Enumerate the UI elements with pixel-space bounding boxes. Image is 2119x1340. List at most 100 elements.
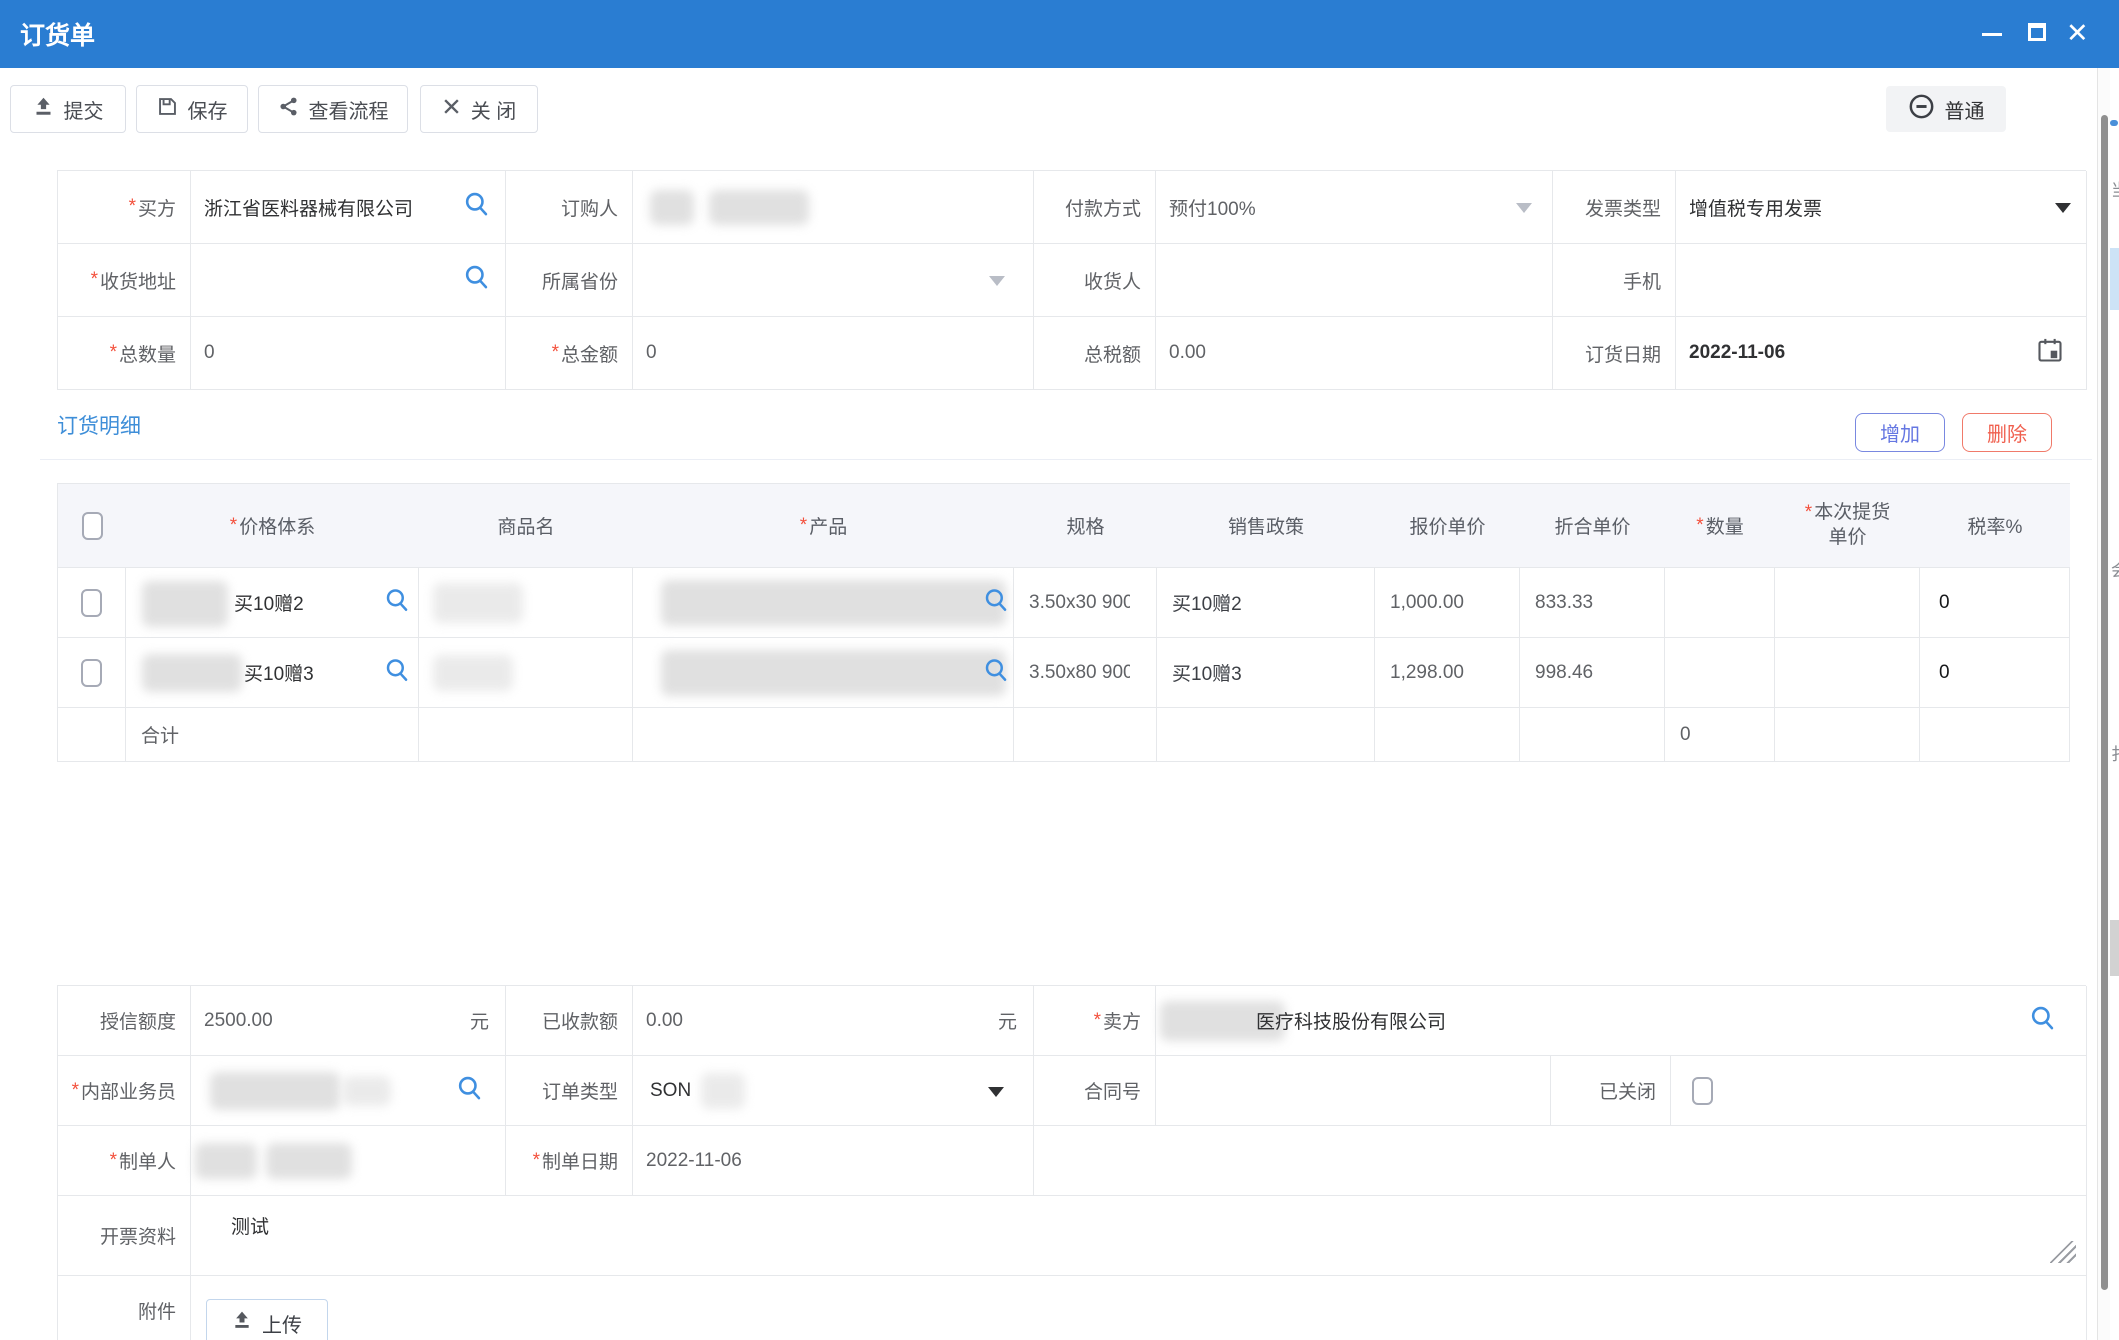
contract-no-label: 合同号 bbox=[1034, 1056, 1156, 1126]
save-button[interactable]: 保存 bbox=[136, 85, 248, 133]
closed-checkbox[interactable] bbox=[1692, 1077, 1713, 1105]
maximize-icon[interactable] bbox=[2028, 23, 2046, 41]
payment-method-label: 付款方式 bbox=[1034, 171, 1156, 244]
product-name-cell[interactable] bbox=[419, 568, 633, 638]
consignee-field[interactable] bbox=[1156, 244, 1553, 317]
close-window-icon[interactable]: ✕ bbox=[2066, 18, 2089, 49]
credit-limit-label: 授信额度 bbox=[58, 986, 191, 1056]
order-type-field[interactable]: SON bbox=[633, 1056, 1034, 1126]
consignee-label: 收货人 bbox=[1034, 244, 1156, 317]
product-cell[interactable] bbox=[633, 638, 1014, 708]
order-date-field[interactable]: 2022-11-06 bbox=[1676, 317, 2087, 390]
received-amount-field[interactable]: 0.00 元 bbox=[633, 986, 1034, 1056]
redacted-text bbox=[661, 580, 1006, 626]
select-all-checkbox[interactable] bbox=[82, 512, 103, 540]
internal-salesman-field[interactable] bbox=[191, 1056, 506, 1126]
spec-cell: 3.50x80 900 bbox=[1014, 638, 1157, 708]
search-icon[interactable] bbox=[983, 657, 1009, 689]
redacted-text bbox=[701, 1073, 745, 1109]
upload-icon bbox=[232, 1310, 252, 1336]
redacted-text bbox=[650, 190, 694, 225]
closed-label: 已关闭 bbox=[1551, 1056, 1671, 1126]
view-flow-button[interactable]: 查看流程 bbox=[258, 85, 408, 133]
credit-limit-field[interactable]: 2500.00 元 bbox=[191, 986, 506, 1056]
mobile-field[interactable] bbox=[1676, 244, 2087, 317]
total-amount-field[interactable]: 0 bbox=[633, 317, 1034, 390]
total-amount-label: *总金额 bbox=[506, 317, 633, 390]
window-title: 订货单 bbox=[20, 0, 95, 68]
delete-row-button[interactable]: 删除 bbox=[1962, 413, 2052, 452]
upload-icon bbox=[33, 96, 54, 123]
redacted-text bbox=[142, 654, 242, 692]
seller-label: *卖方 bbox=[1034, 986, 1156, 1056]
redacted-text bbox=[433, 655, 513, 691]
province-field[interactable] bbox=[633, 244, 1034, 317]
col-quote-price: 报价单价 bbox=[1375, 484, 1520, 567]
payment-method-field[interactable]: 预付100% bbox=[1156, 171, 1553, 244]
resize-handle-icon[interactable] bbox=[2050, 1241, 2076, 1263]
add-row-button[interactable]: 增加 bbox=[1855, 413, 1945, 452]
seller-field[interactable]: 医疗科技股份有限公司 bbox=[1156, 986, 2087, 1056]
total-empty-cell bbox=[1375, 708, 1520, 762]
share-flow-icon bbox=[278, 96, 299, 123]
orderer-label: 订购人 bbox=[506, 171, 633, 244]
qty-cell[interactable] bbox=[1665, 638, 1775, 708]
submit-button[interactable]: 提交 bbox=[10, 85, 126, 133]
col-spec: 规格 bbox=[1014, 484, 1157, 567]
search-icon[interactable] bbox=[456, 1074, 483, 1107]
col-price-system: *价格体系 bbox=[126, 484, 419, 567]
row-checkbox[interactable] bbox=[81, 589, 102, 617]
search-icon[interactable] bbox=[983, 587, 1009, 619]
minimize-icon[interactable] bbox=[1982, 33, 2002, 36]
buyer-field[interactable]: 浙江省医料器械有限公司 bbox=[191, 171, 506, 244]
total-tax-label: 总税额 bbox=[1034, 317, 1156, 390]
shipping-address-label: *收货地址 bbox=[58, 244, 191, 317]
total-tax-field[interactable]: 0.00 bbox=[1156, 317, 1553, 390]
edge-fragment-blue bbox=[2110, 120, 2118, 126]
total-empty-cell bbox=[419, 708, 633, 762]
mode-button[interactable]: 普通 bbox=[1886, 86, 2006, 132]
chevron-down-icon bbox=[988, 1087, 1004, 1097]
row-checkbox[interactable] bbox=[81, 659, 102, 687]
background-edge-strip: 当 会 扌 bbox=[2110, 68, 2119, 1340]
search-icon[interactable] bbox=[2029, 1004, 2056, 1037]
create-date-field[interactable]: 2022-11-06 bbox=[633, 1126, 1034, 1196]
search-icon[interactable] bbox=[463, 191, 490, 224]
contract-no-field[interactable] bbox=[1156, 1056, 1551, 1126]
total-qty-field[interactable]: 0 bbox=[191, 317, 506, 390]
upload-button[interactable]: 上传 bbox=[206, 1299, 328, 1340]
qty-cell[interactable] bbox=[1665, 568, 1775, 638]
calendar-icon[interactable] bbox=[2036, 336, 2064, 370]
detail-section-title: 订货明细 bbox=[57, 410, 141, 440]
order-type-label: 订单类型 bbox=[506, 1056, 633, 1126]
product-name-cell[interactable] bbox=[419, 638, 633, 708]
shipping-address-field[interactable] bbox=[191, 244, 506, 317]
pickup-price-cell[interactable] bbox=[1775, 568, 1920, 638]
edge-fragment-block bbox=[2110, 920, 2119, 976]
total-empty-cell bbox=[1014, 708, 1157, 762]
price-system-cell[interactable]: 买10赠2 bbox=[126, 568, 419, 638]
chevron-down-icon bbox=[1516, 203, 1532, 213]
section-divider bbox=[40, 459, 2092, 460]
search-icon[interactable] bbox=[463, 264, 490, 297]
converted-price-cell: 998.46 bbox=[1520, 638, 1665, 708]
scrollbar-thumb[interactable] bbox=[2101, 115, 2108, 1290]
edge-fragment-text: 扌 bbox=[2111, 740, 2119, 765]
invoice-type-field[interactable]: 增值税专用发票 bbox=[1676, 171, 2087, 244]
col-product: *产品 bbox=[633, 484, 1014, 567]
total-empty-cell bbox=[1775, 708, 1920, 762]
price-system-cell[interactable]: 买10赠3 bbox=[126, 638, 419, 708]
pickup-price-cell[interactable] bbox=[1775, 638, 1920, 708]
product-cell[interactable] bbox=[633, 568, 1014, 638]
spec-cell: 3.50x30 900 bbox=[1014, 568, 1157, 638]
close-form-button[interactable]: 关 闭 bbox=[420, 85, 538, 133]
row-checkbox-cell bbox=[58, 638, 126, 708]
total-empty-cell bbox=[1157, 708, 1375, 762]
creator-field[interactable] bbox=[191, 1126, 506, 1196]
invoice-info-textarea[interactable]: 测试 bbox=[191, 1196, 2087, 1276]
total-empty-cell bbox=[633, 708, 1014, 762]
buyer-label: *买方 bbox=[58, 171, 191, 244]
search-icon[interactable] bbox=[384, 657, 410, 689]
orderer-field[interactable] bbox=[633, 171, 1034, 244]
search-icon[interactable] bbox=[384, 587, 410, 619]
